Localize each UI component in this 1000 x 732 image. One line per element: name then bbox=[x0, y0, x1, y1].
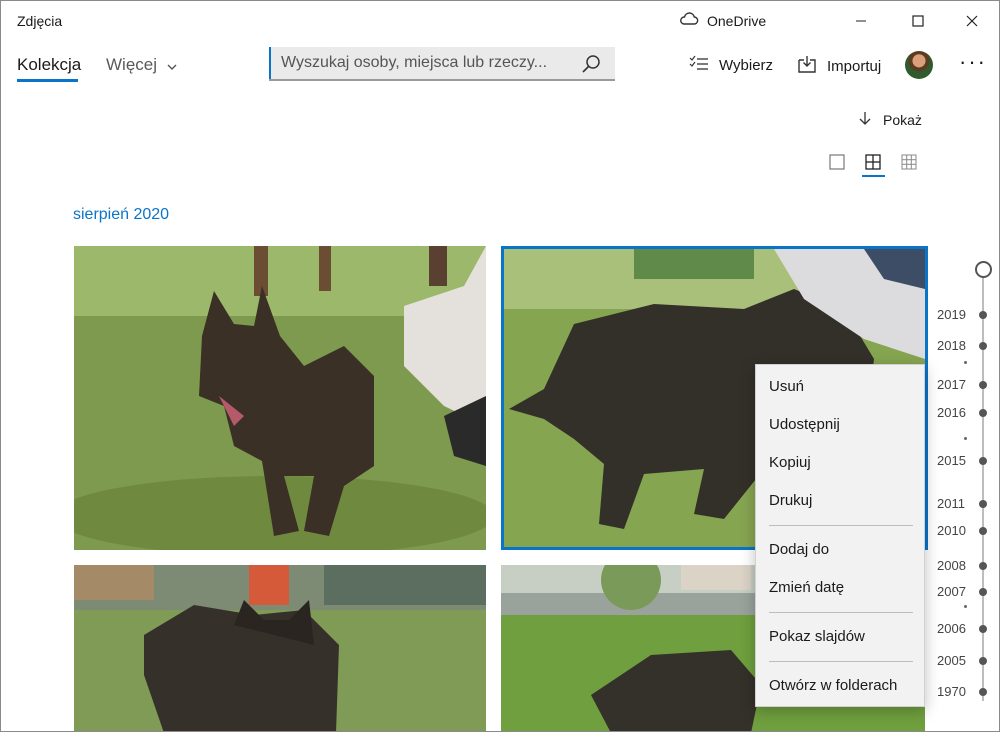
timeline-year[interactable]: 2015 bbox=[937, 453, 966, 468]
search-icon[interactable] bbox=[581, 54, 601, 79]
timeline-marker bbox=[979, 688, 987, 696]
sort-button[interactable]: Pokaż bbox=[859, 111, 922, 128]
close-button[interactable] bbox=[958, 7, 986, 35]
tab-more-label: Więcej bbox=[106, 55, 158, 74]
timeline-marker bbox=[979, 381, 987, 389]
more-options-icon[interactable]: ··· bbox=[959, 49, 987, 75]
tab-more[interactable]: Więcej bbox=[106, 55, 177, 75]
context-menu: Usuń Udostępnij Kopiuj Drukuj Dodaj do Z… bbox=[755, 364, 925, 707]
timeline-marker bbox=[979, 409, 987, 417]
tab-collection[interactable]: Kolekcja bbox=[17, 55, 81, 75]
sort-label: Pokaż bbox=[883, 111, 922, 128]
menu-item-delete[interactable]: Usuń bbox=[756, 370, 924, 404]
timeline-year[interactable]: 2006 bbox=[937, 621, 966, 636]
timeline-marker bbox=[979, 562, 987, 570]
checklist-icon bbox=[689, 55, 709, 75]
timeline-year[interactable]: 2016 bbox=[937, 405, 966, 420]
minimize-button[interactable] bbox=[847, 7, 875, 35]
import-icon bbox=[797, 55, 817, 77]
title-bar: Zdjęcia OneDrive bbox=[1, 1, 999, 41]
timeline-marker bbox=[979, 500, 987, 508]
timeline-thumb[interactable] bbox=[975, 261, 992, 278]
nav-bar: Kolekcja Więcej Wybierz Importuj bbox=[1, 43, 999, 89]
timeline-gap-dot bbox=[964, 605, 967, 608]
select-button[interactable]: Wybierz bbox=[689, 55, 773, 75]
menu-item-print[interactable]: Drukuj bbox=[756, 484, 924, 518]
timeline-marker bbox=[979, 588, 987, 596]
maximize-button[interactable] bbox=[904, 7, 932, 35]
timeline-year[interactable]: 2010 bbox=[937, 523, 966, 538]
month-heading: sierpień 2020 bbox=[73, 206, 170, 223]
cloud-icon bbox=[679, 12, 699, 29]
timeline-marker bbox=[979, 457, 987, 465]
timeline-gap-dot bbox=[964, 437, 967, 440]
menu-item-share[interactable]: Udostępnij bbox=[756, 408, 924, 442]
menu-item-slideshow[interactable]: Pokaz slajdów bbox=[756, 620, 924, 654]
arrow-down-icon bbox=[859, 111, 871, 128]
view-small-icon[interactable] bbox=[898, 151, 920, 173]
timeline-year[interactable]: 2019 bbox=[937, 307, 966, 322]
app-title: Zdjęcia bbox=[17, 13, 63, 29]
search-box bbox=[269, 47, 615, 81]
timeline-marker bbox=[979, 527, 987, 535]
menu-separator bbox=[769, 525, 913, 526]
import-button[interactable]: Importuj bbox=[797, 55, 881, 77]
timeline-marker bbox=[979, 625, 987, 633]
menu-separator bbox=[769, 661, 913, 662]
onedrive-label: OneDrive bbox=[707, 12, 767, 29]
import-label: Importuj bbox=[827, 57, 882, 75]
onedrive-button[interactable]: OneDrive bbox=[679, 12, 766, 29]
menu-item-open-in-folders[interactable]: Otwórz w folderach bbox=[756, 669, 924, 703]
timeline-marker bbox=[979, 342, 987, 350]
view-medium-icon[interactable] bbox=[862, 151, 884, 173]
avatar[interactable] bbox=[905, 51, 933, 79]
menu-item-change-date[interactable]: Zmień datę bbox=[756, 571, 924, 605]
timeline-year[interactable]: 2005 bbox=[937, 653, 966, 668]
timeline-gap-dot bbox=[964, 361, 967, 364]
select-label: Wybierz bbox=[719, 56, 774, 74]
timeline-year[interactable]: 2011 bbox=[937, 496, 965, 511]
view-selected-indicator bbox=[862, 175, 885, 177]
photo-thumbnail[interactable] bbox=[74, 565, 486, 731]
menu-item-add-to[interactable]: Dodaj do bbox=[756, 533, 924, 567]
timeline-year[interactable]: 2007 bbox=[937, 584, 966, 599]
photos-window: Zdjęcia OneDrive Kolekcja Więcej Wyszuka… bbox=[0, 0, 1000, 732]
menu-separator bbox=[769, 612, 913, 613]
timeline-marker bbox=[979, 657, 987, 665]
timeline-year[interactable]: 2018 bbox=[937, 338, 966, 353]
photo-thumbnail[interactable] bbox=[74, 246, 486, 550]
search-focus-mark bbox=[269, 47, 271, 79]
chevron-down-icon bbox=[167, 55, 177, 75]
search-input[interactable] bbox=[281, 47, 571, 79]
timeline-marker bbox=[979, 311, 987, 319]
timeline-year[interactable]: 2017 bbox=[937, 377, 966, 392]
view-large-icon[interactable] bbox=[826, 151, 848, 173]
timeline-year[interactable]: 2008 bbox=[937, 558, 966, 573]
timeline-track bbox=[982, 271, 984, 701]
timeline-year[interactable]: 1970 bbox=[937, 684, 966, 699]
timeline-scrubber[interactable]: 2019 2018 2017 2016 2015 2011 2010 2008 … bbox=[931, 259, 999, 731]
tab-selected-indicator bbox=[17, 79, 78, 82]
menu-item-copy[interactable]: Kopiuj bbox=[756, 446, 924, 480]
